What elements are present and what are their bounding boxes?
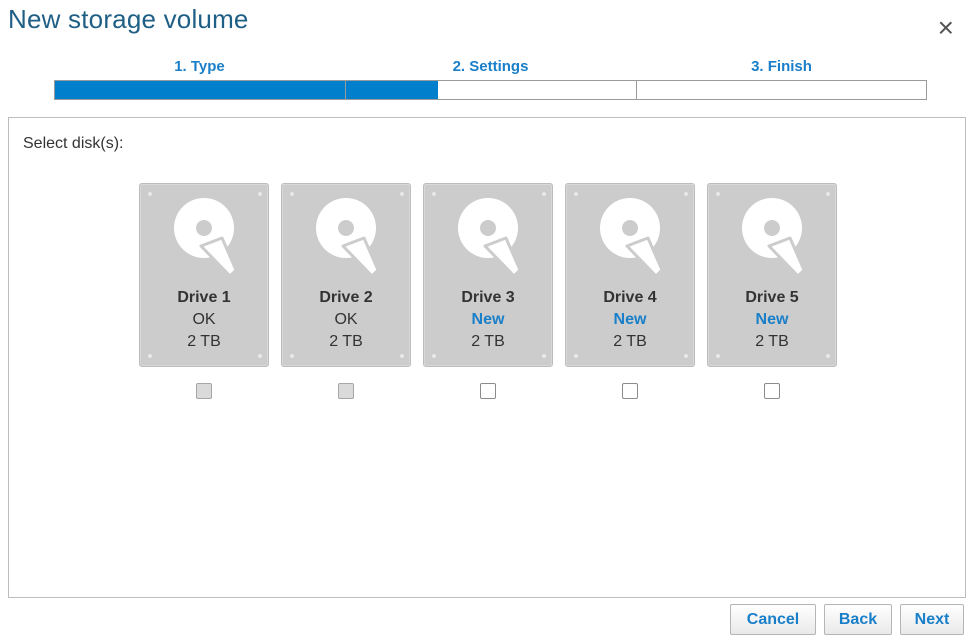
drive-status: New <box>613 311 647 328</box>
screw-dot <box>148 354 152 358</box>
drive-name: Drive 5 <box>745 289 799 306</box>
progress-divider <box>345 81 346 99</box>
drive-size: 2 TB <box>187 333 221 350</box>
drive-size: 2 TB <box>329 333 363 350</box>
hard-disk-icon <box>316 198 380 285</box>
drive-checkbox[interactable] <box>622 383 638 399</box>
screw-dot <box>684 192 688 196</box>
screw-dot <box>258 192 262 196</box>
drive-checkbox <box>338 383 354 399</box>
drive-name: Drive 4 <box>603 289 657 306</box>
screw-dot <box>542 354 546 358</box>
drive-card: Drive 2 OK 2 TB <box>281 183 411 367</box>
screw-dot <box>400 354 404 358</box>
next-button[interactable]: Next <box>900 604 964 635</box>
dialog-title: New storage volume <box>8 4 249 34</box>
drive-card: Drive 5 New 2 TB <box>707 183 837 367</box>
drive-item: Drive 1 OK 2 TB <box>139 183 269 399</box>
drive-item: Drive 2 OK 2 TB <box>281 183 411 399</box>
screw-dot <box>716 354 720 358</box>
screw-dot <box>574 192 578 196</box>
close-icon[interactable]: × <box>938 14 954 42</box>
drive-status: New <box>755 311 789 328</box>
drive-name: Drive 1 <box>177 289 231 306</box>
screw-dot <box>258 354 262 358</box>
drive-item: Drive 5 New 2 TB <box>707 183 837 399</box>
drive-checkbox <box>196 383 212 399</box>
progress-divider <box>636 81 637 99</box>
screw-dot <box>542 192 546 196</box>
drive-size: 2 TB <box>613 333 647 350</box>
screw-dot <box>574 354 578 358</box>
drive-status: OK <box>334 311 358 328</box>
screw-dot <box>290 354 294 358</box>
hard-disk-icon <box>742 198 806 285</box>
drive-card: Drive 1 OK 2 TB <box>139 183 269 367</box>
drive-size: 2 TB <box>471 333 505 350</box>
drive-status: OK <box>192 311 216 328</box>
drive-status: New <box>471 311 505 328</box>
wizard-steps: 1. Type 2. Settings 3. Finish <box>54 58 927 100</box>
screw-dot <box>400 192 404 196</box>
screw-dot <box>432 354 436 358</box>
screw-dot <box>716 192 720 196</box>
screw-dot <box>290 192 294 196</box>
hard-disk-icon <box>600 198 664 285</box>
drive-card: Drive 3 New 2 TB <box>423 183 553 367</box>
hard-disk-icon <box>174 198 238 285</box>
step-settings-label: 2. Settings <box>452 58 529 75</box>
screw-dot <box>826 354 830 358</box>
drive-card: Drive 4 New 2 TB <box>565 183 695 367</box>
step-labels: 1. Type 2. Settings 3. Finish <box>54 58 927 80</box>
drive-checkbox[interactable] <box>764 383 780 399</box>
drive-item: Drive 3 New 2 TB <box>423 183 553 399</box>
drive-item: Drive 4 New 2 TB <box>565 183 695 399</box>
hard-disk-icon <box>458 198 522 285</box>
select-disks-label: Select disk(s): <box>23 135 124 152</box>
drive-checkbox[interactable] <box>480 383 496 399</box>
screw-dot <box>684 354 688 358</box>
screw-dot <box>826 192 830 196</box>
progress-fill <box>55 81 439 99</box>
drive-size: 2 TB <box>755 333 789 350</box>
step-type-label: 1. Type <box>174 58 225 75</box>
back-button[interactable]: Back <box>824 604 892 635</box>
screw-dot <box>432 192 436 196</box>
wizard-progress-bar <box>54 80 927 100</box>
step-finish-label: 3. Finish <box>751 58 812 75</box>
drive-name: Drive 3 <box>461 289 515 306</box>
disk-selection-panel: Select disk(s): Drive 1 OK 2 TB Drive 2 OK 2 … <box>8 117 966 598</box>
cancel-button[interactable]: Cancel <box>730 604 816 635</box>
screw-dot <box>148 192 152 196</box>
drive-name: Drive 2 <box>319 289 373 306</box>
